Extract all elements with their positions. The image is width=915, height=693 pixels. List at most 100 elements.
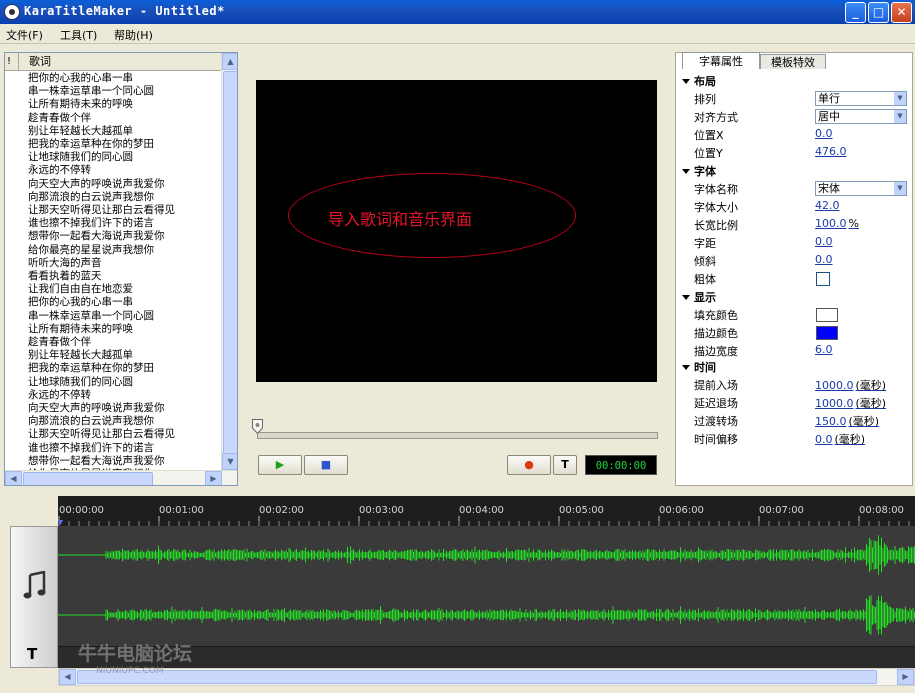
ms-unit: (毫秒) bbox=[855, 379, 887, 392]
lyric-line[interactable]: 让那天空听得见让那白云看得见 bbox=[28, 204, 175, 217]
menu-file[interactable]: 文件(F) bbox=[6, 27, 43, 43]
lyric-line[interactable]: 串一株幸运草串一个同心圆 bbox=[28, 85, 154, 98]
lyric-line[interactable]: 谁也擦不掉我们许下的诺言 bbox=[28, 442, 154, 455]
text-mode-button[interactable]: T bbox=[553, 455, 577, 475]
maximize-button[interactable]: □ bbox=[868, 2, 889, 23]
font-size-value[interactable]: 42.0 bbox=[815, 199, 840, 212]
ruler-tick-label: 00:08:00 bbox=[859, 505, 904, 516]
lyric-line[interactable]: 永远的不停转 bbox=[28, 164, 91, 177]
lyric-line[interactable]: 趁青春做个伴 bbox=[28, 336, 91, 349]
lyric-line[interactable]: 想带你一起看大海说声我爱你 bbox=[28, 455, 165, 468]
lyric-line[interactable]: 向天空大声的呼唤说声我爱你 bbox=[28, 178, 165, 191]
lyric-line[interactable]: 把你的心我的心串一串 bbox=[28, 72, 133, 85]
lyric-line[interactable]: 把我的幸运草种在你的梦田 bbox=[28, 362, 154, 375]
spacing-value[interactable]: 0.0 bbox=[815, 235, 833, 248]
play-button[interactable]: ▶ bbox=[258, 455, 302, 475]
stroke-color-swatch[interactable] bbox=[816, 326, 838, 340]
lyric-line[interactable]: 把你的心我的心串一串 bbox=[28, 296, 133, 309]
record-button[interactable]: ● bbox=[507, 455, 551, 475]
scroll-left-arrow-icon[interactable]: ◀ bbox=[5, 471, 22, 485]
pos-x-value[interactable]: 0.0 bbox=[815, 127, 833, 140]
lyrics-horizontal-scrollbar[interactable]: ◀ ▶ bbox=[5, 470, 237, 485]
pos-y-value[interactable]: 476.0 bbox=[815, 145, 847, 158]
collapse-triangle-icon bbox=[682, 295, 690, 300]
timeline-scroll-thumb[interactable] bbox=[77, 670, 877, 684]
lyric-line[interactable]: 谁也擦不掉我们许下的诺言 bbox=[28, 217, 154, 230]
arrangement-select[interactable]: 单行 ▼ bbox=[815, 91, 907, 106]
transition-field[interactable]: 150.0 (毫秒) bbox=[815, 413, 879, 429]
minimize-button[interactable]: _ bbox=[845, 2, 866, 23]
lyric-line[interactable]: 看看执着的蓝天 bbox=[28, 270, 102, 283]
text-track-icon[interactable]: T bbox=[27, 645, 37, 663]
lyric-line[interactable]: 让那天空听得见让那白云看得见 bbox=[28, 428, 175, 441]
lyrics-marker-column-header[interactable]: ! bbox=[5, 53, 19, 71]
lyric-line[interactable]: 串一株幸运草串一个同心圆 bbox=[28, 310, 154, 323]
lyrics-column-header[interactable]: 歌词 bbox=[21, 53, 219, 71]
lyric-line[interactable]: 让地球随我们的同心圆 bbox=[28, 376, 133, 389]
scroll-up-arrow-icon[interactable]: ▲ bbox=[222, 53, 237, 70]
lyric-line[interactable]: 听听大海的声音 bbox=[28, 257, 102, 270]
lyric-line[interactable]: 让所有期待未来的呼唤 bbox=[28, 98, 133, 111]
tilt-value[interactable]: 0.0 bbox=[815, 253, 833, 266]
stroke-width-value[interactable]: 6.0 bbox=[815, 343, 833, 356]
lyric-line[interactable]: 别让年轻越长大越孤单 bbox=[28, 125, 133, 138]
dropdown-arrow-icon[interactable]: ▼ bbox=[894, 92, 906, 105]
pos-x-label: 位置X bbox=[694, 129, 724, 142]
bold-checkbox[interactable] bbox=[816, 272, 830, 286]
lyric-line[interactable]: 向那流浪的白云说声我想你 bbox=[28, 415, 154, 428]
bold-label: 粗体 bbox=[694, 273, 716, 286]
section-layout[interactable]: 布局 bbox=[682, 73, 716, 89]
lyrics-scroll-thumb[interactable] bbox=[223, 71, 237, 455]
aspect-value-field[interactable]: 100.0% bbox=[815, 217, 859, 230]
pos-y-label: 位置Y bbox=[694, 147, 723, 160]
lyrics-list[interactable]: 把你的心我的心串一串 串一株幸运草串一个同心圆 让所有期待未来的呼唤 趁青春做个伴 别让… bbox=[5, 72, 221, 470]
offset-field[interactable]: 0.0 (毫秒) bbox=[815, 431, 865, 447]
tab-subtitle-properties[interactable]: 字幕属性 bbox=[682, 52, 760, 69]
video-preview[interactable]: 导入歌词和音乐界面 bbox=[256, 80, 657, 382]
section-font[interactable]: 字体 bbox=[682, 163, 716, 179]
lyrics-hscroll-thumb[interactable] bbox=[23, 472, 153, 485]
title-bar[interactable]: KaraTitleMaker - Untitled* _ □ ✕ bbox=[0, 0, 915, 24]
ruler-tick-label: 00:02:00 bbox=[259, 505, 304, 516]
scroll-right-arrow-icon[interactable]: ▶ bbox=[897, 669, 914, 685]
playback-slider-track[interactable] bbox=[257, 432, 658, 439]
lyric-line[interactable]: 永远的不停转 bbox=[28, 389, 91, 402]
scroll-down-arrow-icon[interactable]: ▼ bbox=[222, 453, 237, 470]
section-display[interactable]: 显示 bbox=[682, 289, 716, 305]
music-note-icon[interactable] bbox=[23, 571, 47, 601]
font-name-value: 宋体 bbox=[818, 182, 840, 195]
offset-label: 时间偏移 bbox=[694, 433, 738, 446]
lyric-line[interactable]: 别让年轻越长大越孤单 bbox=[28, 349, 133, 362]
lyric-line[interactable]: 让所有期待未来的呼唤 bbox=[28, 323, 133, 336]
section-time[interactable]: 时间 bbox=[682, 359, 716, 375]
lyric-line[interactable]: 让地球随我们的同心圆 bbox=[28, 151, 133, 164]
lyric-line[interactable]: 趁青春做个伴 bbox=[28, 112, 91, 125]
lyric-line[interactable]: 想带你一起看大海说声我爱你 bbox=[28, 230, 165, 243]
delay-out-field[interactable]: 1000.0 (毫秒) bbox=[815, 395, 886, 411]
timeline-horizontal-scrollbar[interactable]: ◀ ▶ bbox=[58, 668, 915, 686]
close-button[interactable]: ✕ bbox=[891, 2, 912, 23]
scroll-left-arrow-icon[interactable]: ◀ bbox=[59, 669, 76, 685]
font-name-select[interactable]: 宋体 ▼ bbox=[815, 181, 907, 196]
advance-in-field[interactable]: 1000.0 (毫秒) bbox=[815, 377, 886, 393]
stop-button[interactable]: ■ bbox=[304, 455, 348, 475]
menu-tools[interactable]: 工具(T) bbox=[60, 27, 97, 43]
lyrics-vertical-scrollbar[interactable]: ▲ ▼ bbox=[221, 53, 237, 470]
time-ruler[interactable]: 00:00:00 00:01:00 00:02:00 00:03:00 00:04:00… bbox=[58, 496, 915, 526]
lyric-line[interactable]: 向那流浪的白云说声我想你 bbox=[28, 191, 154, 204]
fill-color-swatch[interactable] bbox=[816, 308, 838, 322]
dropdown-arrow-icon[interactable]: ▼ bbox=[894, 110, 906, 123]
tab-template-effects[interactable]: 模板特效 bbox=[760, 54, 826, 69]
playback-slider-thumb[interactable] bbox=[252, 419, 263, 434]
dropdown-arrow-icon[interactable]: ▼ bbox=[894, 182, 906, 195]
scroll-right-arrow-icon[interactable]: ▶ bbox=[205, 471, 222, 485]
lyric-line[interactable]: 给你最亮的星星说声我想你 bbox=[28, 244, 154, 257]
lyric-line[interactable]: 向天空大声的呼唤说声我爱你 bbox=[28, 402, 165, 415]
time-display: 00:00:00 bbox=[585, 455, 657, 475]
align-select[interactable]: 居中 ▼ bbox=[815, 109, 907, 124]
align-label: 对齐方式 bbox=[694, 111, 738, 124]
lyric-line[interactable]: 让我们自由自在地恋爱 bbox=[28, 283, 133, 296]
menu-help[interactable]: 帮助(H) bbox=[114, 27, 153, 43]
lyric-line[interactable]: 把我的幸运草种在你的梦田 bbox=[28, 138, 154, 151]
ruler-tick-label: 00:06:00 bbox=[659, 505, 704, 516]
